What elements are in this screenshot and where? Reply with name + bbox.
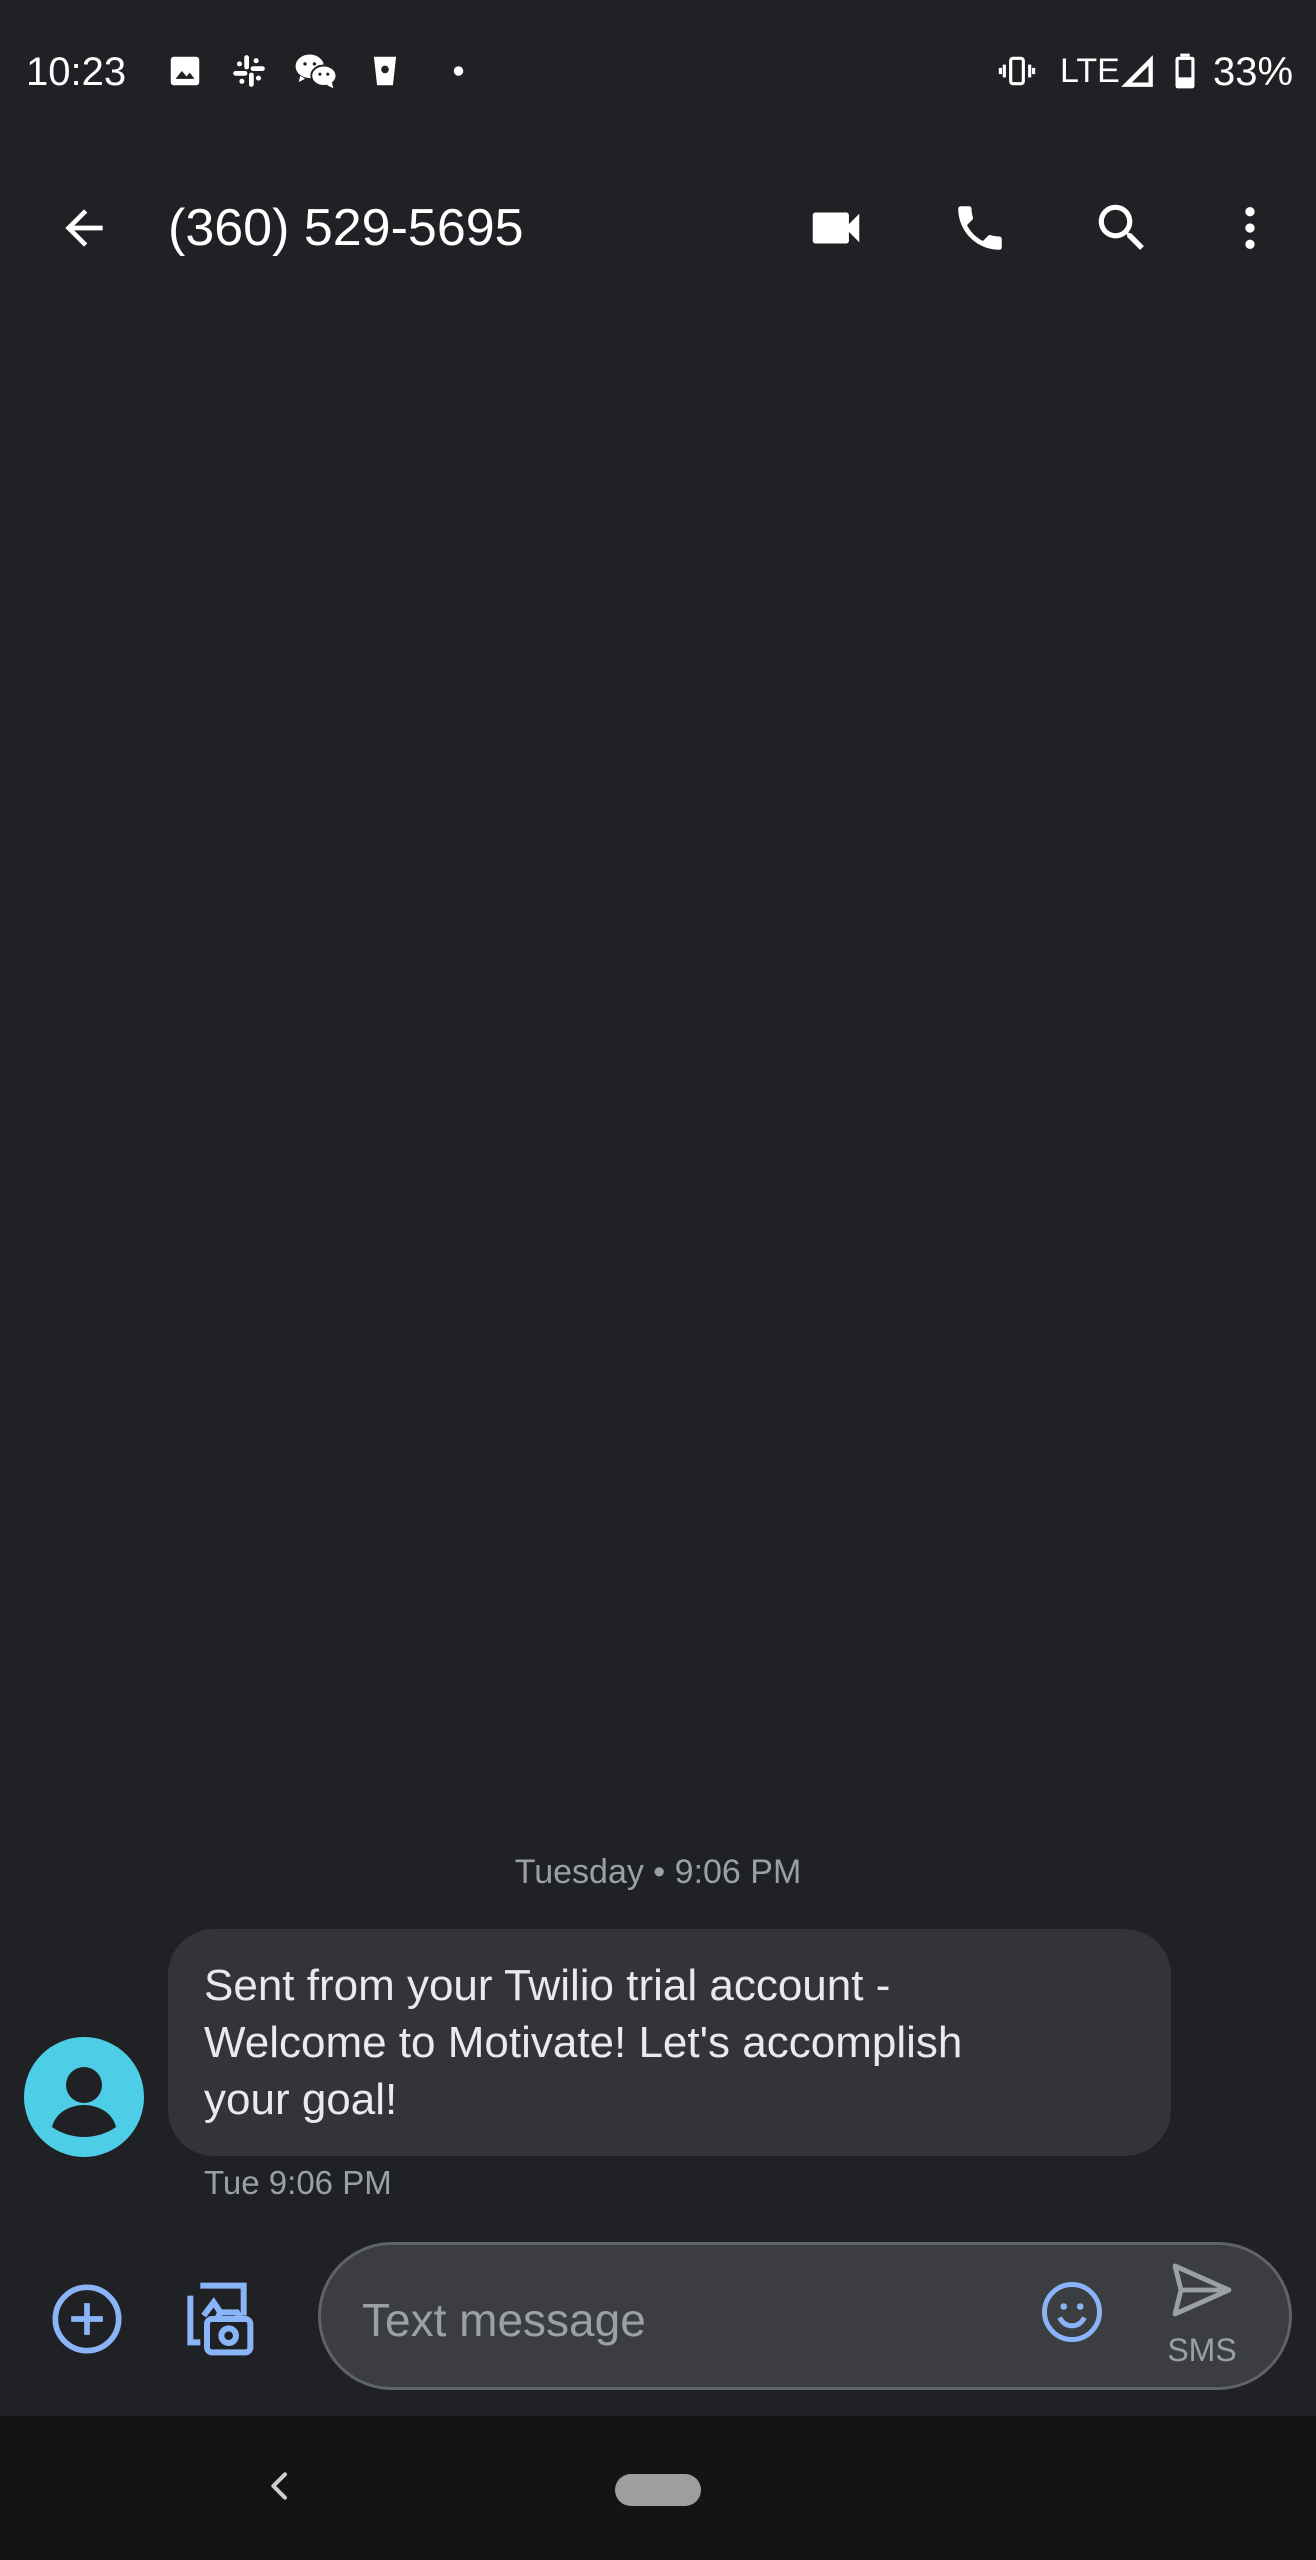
contact-avatar[interactable] — [24, 2037, 144, 2157]
status-bar: 10:23 LTE 33% — [0, 0, 1316, 140]
more-vert-icon — [1222, 200, 1278, 256]
emoji-button[interactable] — [1032, 2274, 1112, 2354]
nav-back-button[interactable] — [240, 2448, 320, 2528]
message-bubble[interactable]: Sent from your Twilio trial account - We… — [168, 1929, 1171, 2156]
gallery-camera-button[interactable] — [172, 2276, 262, 2366]
message-text: Sent from your Twilio trial account - We… — [204, 1961, 963, 2124]
back-arrow-icon — [56, 200, 112, 256]
signal-icon — [1118, 52, 1156, 90]
vibrate-icon — [998, 52, 1036, 90]
send-label: SMS — [1167, 2332, 1237, 2368]
network-type: LTE — [1060, 52, 1120, 90]
message-input[interactable] — [362, 2290, 1002, 2350]
date-divider: Tuesday • 9:06 PM — [514, 1853, 802, 1891]
status-time: 10:23 — [26, 50, 127, 94]
emoji-icon — [1039, 2279, 1105, 2350]
nav-home-pill[interactable] — [615, 2474, 701, 2506]
wechat-icon — [294, 52, 338, 90]
conversation-title: (360) 529-5695 — [168, 199, 524, 257]
starbucks-icon — [366, 52, 404, 90]
send-icon — [1166, 2254, 1238, 2331]
battery-percent: 33% — [1213, 50, 1294, 94]
send-sms-button[interactable]: SMS — [1152, 2254, 1252, 2374]
person-icon — [24, 2037, 144, 2157]
dot-icon — [430, 52, 468, 90]
video-call-button[interactable] — [788, 180, 884, 276]
phone-call-button[interactable] — [932, 180, 1028, 276]
add-attachment-button[interactable] — [42, 2276, 132, 2366]
slack-icon — [230, 52, 268, 90]
image-icon — [166, 52, 204, 90]
more-options-button[interactable] — [1202, 180, 1298, 276]
back-button[interactable] — [36, 180, 132, 276]
chevron-left-icon — [260, 2466, 300, 2511]
video-call-icon — [805, 197, 867, 259]
search-button[interactable] — [1074, 180, 1170, 276]
gallery-camera-icon — [177, 2279, 257, 2364]
search-icon — [1091, 197, 1153, 259]
message-timestamp: Tue 9:06 PM — [204, 2164, 392, 2201]
phone-icon — [951, 199, 1009, 257]
battery-icon — [1170, 52, 1200, 90]
add-circle-icon — [49, 2281, 125, 2362]
